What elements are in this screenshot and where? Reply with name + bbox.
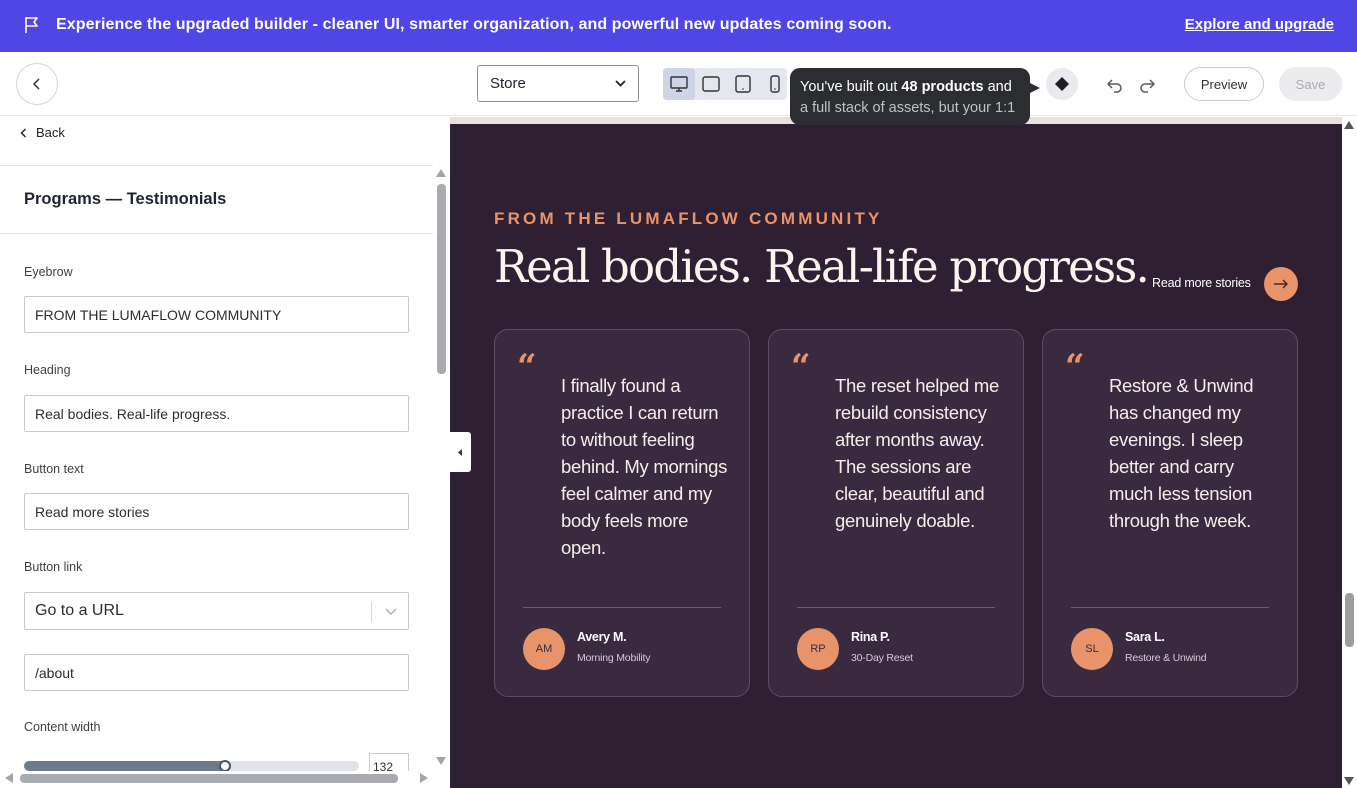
button-link-select[interactable]: Go to a URL	[24, 592, 409, 630]
arrow-right-icon	[1274, 279, 1288, 289]
read-more-arrow-button[interactable]	[1264, 267, 1298, 301]
scroll-down-arrow[interactable]	[1344, 777, 1354, 785]
heading-input[interactable]: Real bodies. Real-life progress.	[24, 395, 409, 432]
chevron-down-icon	[615, 80, 626, 87]
scroll-left-arrow[interactable]	[5, 773, 13, 783]
scrollbar-thumb[interactable]	[1345, 593, 1354, 647]
testimonial-quote: Restore & Unwind has changed my evenings…	[1109, 375, 1254, 531]
desktop-view-button[interactable]	[663, 68, 695, 100]
explore-upgrade-link[interactable]: Explore and upgrade	[1185, 16, 1334, 33]
mobile-view-button[interactable]	[759, 68, 791, 100]
tooltip-line-1: You've built out 48 products and	[800, 79, 1012, 95]
panel-horizontal-scrollbar[interactable]	[0, 771, 433, 788]
content-width-label: Content width	[24, 720, 101, 734]
desktop-icon	[670, 76, 688, 92]
save-button[interactable]: Save	[1279, 67, 1342, 101]
testimonial-name: Rina P.	[851, 630, 890, 644]
chevron-down-icon	[385, 608, 397, 616]
chevron-left-icon	[32, 78, 40, 90]
back-button[interactable]	[16, 63, 58, 105]
canvas-vertical-scrollbar[interactable]	[1342, 117, 1357, 788]
button-link-label: Button link	[24, 560, 83, 574]
button-text-input[interactable]: Read more stories	[24, 493, 409, 530]
card-divider	[797, 607, 995, 608]
quote-icon: “	[1065, 347, 1085, 387]
heading-label: Heading	[24, 363, 71, 377]
scrollbar-thumb[interactable]	[437, 184, 446, 374]
eyebrow-label: Eyebrow	[24, 265, 73, 279]
tablet-landscape-icon	[702, 76, 720, 92]
select-separator	[371, 602, 372, 622]
upgrade-tooltip: You've built out 48 products and a full …	[790, 68, 1030, 125]
testimonial-name: Sara L.	[1125, 630, 1165, 644]
avatar: RP	[797, 628, 839, 670]
undo-icon[interactable]	[1105, 75, 1125, 95]
banner-message: Experience the upgraded builder - cleane…	[56, 16, 892, 33]
testimonial-program: Morning Mobility	[577, 652, 651, 664]
avatar: SL	[1071, 628, 1113, 670]
testimonial-program: 30-Day Reset	[851, 652, 913, 664]
scroll-down-arrow[interactable]	[436, 757, 446, 765]
button-link-select-value: Go to a URL	[35, 602, 124, 619]
upgrade-diamond-button[interactable]	[1046, 68, 1078, 100]
tooltip-line-2: a full stack of assets, but your 1:1	[800, 100, 1016, 116]
redo-icon[interactable]	[1137, 75, 1157, 95]
card-divider	[523, 607, 721, 608]
back-link[interactable]: Back	[20, 125, 65, 140]
announcement-banner: Experience the upgraded builder - cleane…	[0, 0, 1357, 52]
scroll-right-arrow[interactable]	[420, 773, 428, 783]
card-divider	[1071, 607, 1269, 608]
testimonial-quote: The reset helped me rebuild consistency …	[835, 375, 999, 531]
eyebrow-input[interactable]: FROM THE LUMAFLOW COMMUNITY	[24, 296, 409, 333]
section-eyebrow: FROM THE LUMAFLOW COMMUNITY	[494, 209, 883, 228]
tablet-portrait-view-button[interactable]	[727, 68, 759, 100]
flag-icon	[25, 17, 38, 33]
button-url-input[interactable]: /about	[24, 654, 409, 691]
testimonial-card: “ I finally found a practice I can retur…	[494, 329, 750, 697]
testimonial-card: “ The reset helped me rebuild consistenc…	[768, 329, 1024, 697]
divider	[0, 233, 433, 234]
button-text-label: Button text	[24, 462, 84, 476]
divider	[0, 165, 433, 166]
scroll-up-arrow[interactable]	[436, 169, 446, 177]
quote-icon: “	[791, 347, 811, 387]
section-heading: Real bodies. Real-life progress.	[494, 240, 1150, 293]
content-width-slider-fill	[24, 761, 225, 771]
panel-vertical-scrollbar[interactable]	[436, 169, 447, 765]
mobile-icon	[770, 75, 780, 93]
device-buttons	[663, 68, 791, 100]
preview-button[interactable]: Preview	[1184, 67, 1264, 101]
tablet-landscape-view-button[interactable]	[695, 68, 727, 100]
testimonial-program: Restore & Unwind	[1125, 652, 1207, 664]
testimonial-name: Avery M.	[577, 630, 627, 644]
tooltip-tail	[1028, 82, 1040, 94]
page-select[interactable]: Store	[477, 65, 639, 102]
testimonial-card: “ Restore & Unwind has changed my evenin…	[1042, 329, 1298, 697]
scroll-up-arrow[interactable]	[1344, 121, 1354, 129]
settings-panel: Back Programs — Testimonials Eyebrow FRO…	[0, 117, 450, 788]
testimonial-quote: I finally found a practice I can return …	[561, 375, 728, 558]
quote-icon: “	[517, 347, 537, 387]
page-select-value: Store	[490, 75, 526, 92]
tablet-portrait-icon	[735, 75, 751, 93]
read-more-link[interactable]: Read more stories	[1152, 276, 1251, 290]
chevron-left-icon	[20, 128, 26, 137]
back-link-label: Back	[36, 125, 65, 140]
diamond-icon	[1055, 77, 1069, 91]
chevron-left-icon	[458, 448, 462, 456]
collapse-panel-button[interactable]	[450, 432, 471, 472]
panel-title: Programs — Testimonials	[24, 190, 227, 208]
avatar: AM	[523, 628, 565, 670]
scrollbar-thumb[interactable]	[20, 774, 398, 783]
